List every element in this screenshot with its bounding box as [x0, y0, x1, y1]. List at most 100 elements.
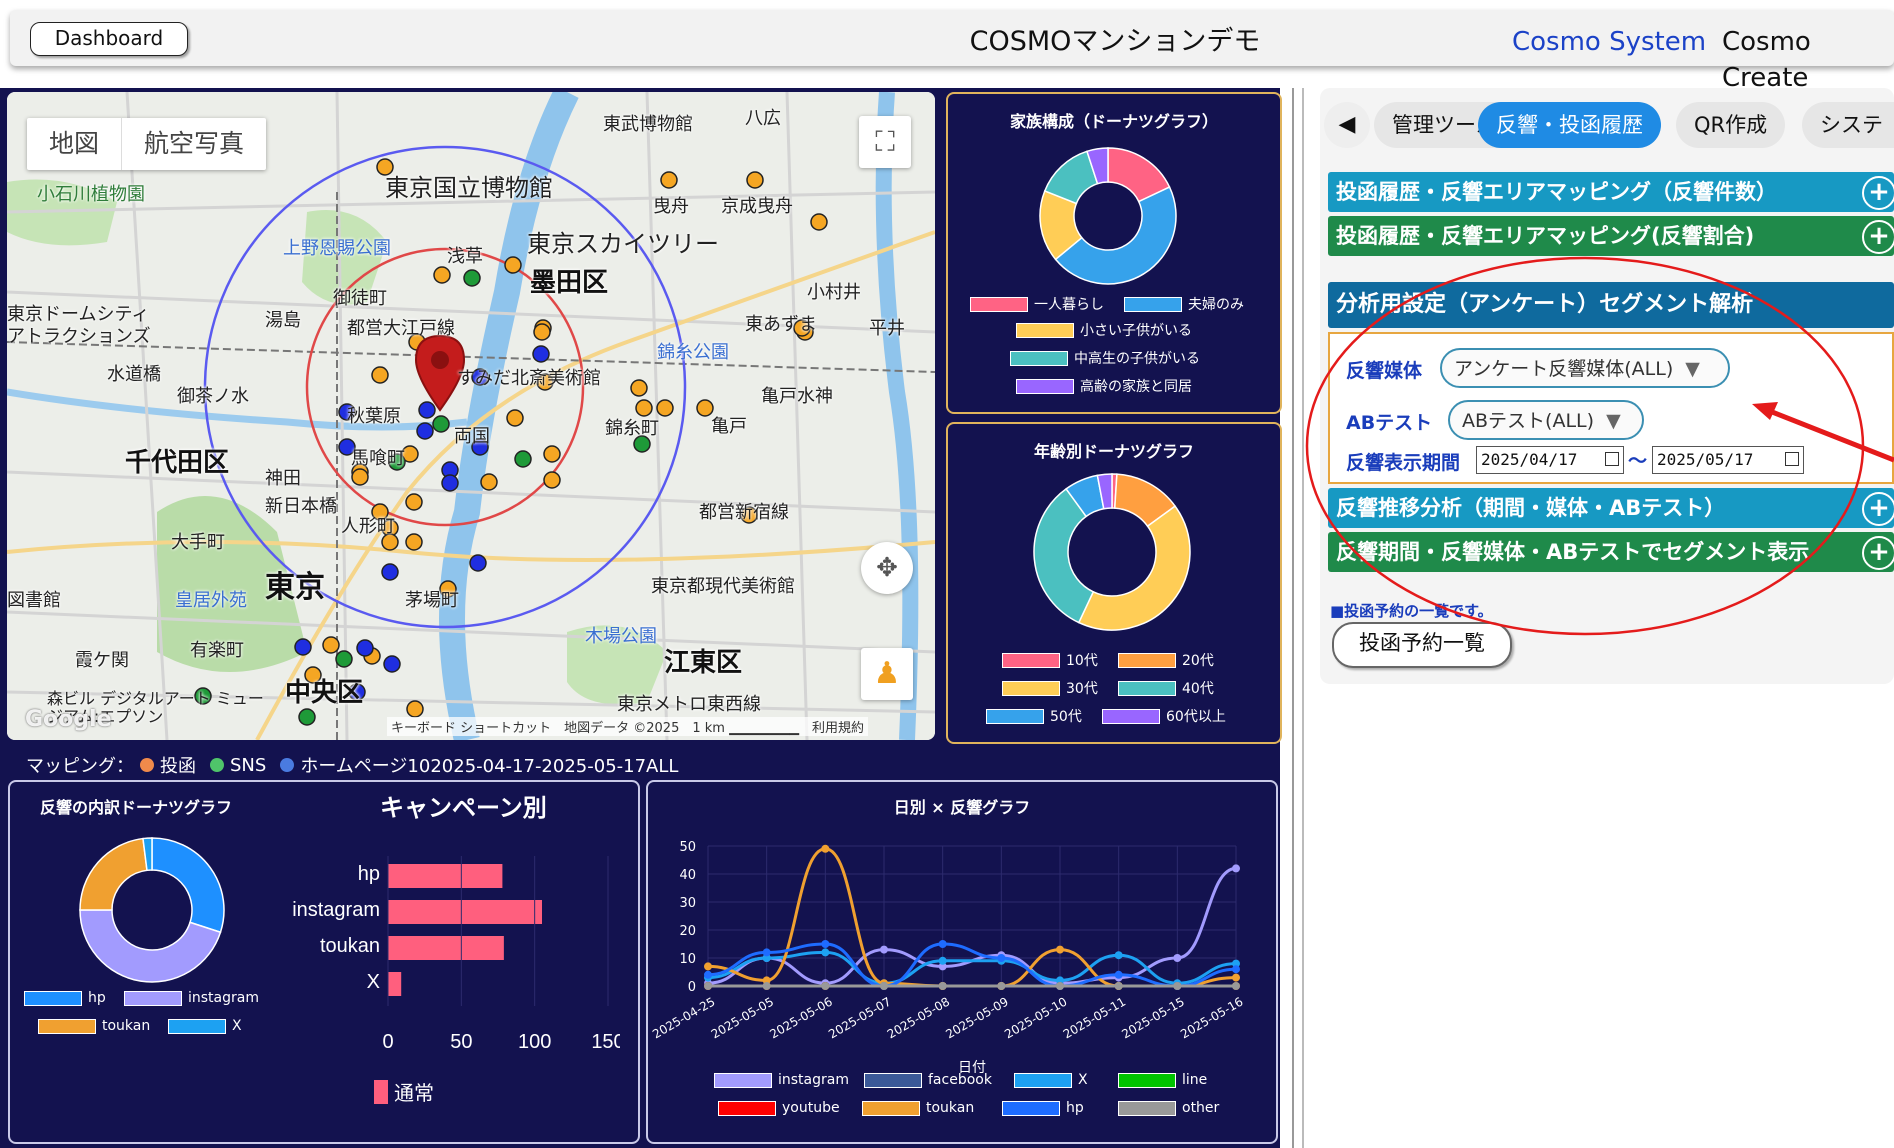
media-select[interactable]: アンケート反響媒体(ALL) ▼ — [1440, 348, 1730, 388]
tab-system[interactable]: システ — [1802, 102, 1894, 148]
map-view[interactable]: 東京 千代田区 墨田区 江東区 中央区 秋葉原 両国 浅草 御徒町 湯島 御茶ノ… — [7, 92, 935, 740]
line-point-hp — [821, 940, 830, 948]
bar-category-label: toukan — [320, 935, 380, 957]
legend-item[interactable]: 20代 — [1118, 650, 1214, 670]
map-label-hirai: 平井 — [869, 318, 905, 339]
map-label-national-museum: 東京国立博物館 — [385, 174, 553, 202]
legend-swatch — [1118, 680, 1176, 696]
line-point-hp — [1114, 970, 1123, 979]
accordion-trend-analysis[interactable]: 反響推移分析（期間・媒体・ABテスト） + — [1328, 488, 1894, 528]
legend-label: 60代以上 — [1166, 709, 1226, 725]
map-footer[interactable]: キーボード ショートカット 地図データ ©2025 1 km ▁▁▁▁▁▁▁ 利… — [387, 717, 869, 736]
plus-icon[interactable]: + — [1862, 220, 1894, 254]
legend-label: hp — [88, 990, 106, 1006]
bar-hp — [388, 864, 503, 888]
legend-item[interactable]: X — [1014, 1072, 1088, 1088]
reservation-list-button[interactable]: 投函予約一覧 — [1332, 622, 1512, 668]
calendar-icon[interactable] — [1785, 452, 1799, 466]
plus-icon[interactable]: + — [1862, 492, 1894, 526]
legend-item[interactable]: 中高生の子供がいる — [1010, 348, 1200, 368]
date-from-value: 2025/04/17 — [1481, 450, 1578, 469]
legend-item[interactable]: 30代 — [1002, 678, 1098, 698]
legend-item[interactable]: instagram — [714, 1072, 849, 1088]
legend-item[interactable]: 小さい子供がいる — [1016, 320, 1192, 340]
legend-item[interactable]: instagram — [124, 990, 259, 1006]
nav-link-cosmo-system[interactable]: Cosmo System — [1512, 24, 1706, 60]
fullscreen-icon[interactable]: ⛶ — [859, 116, 911, 168]
legend-swatch — [38, 1018, 96, 1034]
pegman-icon[interactable]: ♟ — [861, 648, 913, 700]
date-from-input[interactable]: 2025/04/17 — [1476, 446, 1624, 474]
bar-x-tick: 150 — [591, 1031, 620, 1053]
accordion-period-segment[interactable]: 反響期間・反響媒体・ABテストでセグメント表示 + — [1328, 532, 1894, 572]
map-label-dome-city: 東京ドームシティ アトラクションズ — [7, 304, 151, 347]
line-x-tick: 2025-05-09 — [943, 994, 1010, 1041]
legend-swatch — [1118, 1100, 1176, 1116]
ab-test-select[interactable]: ABテスト(ALL) ▼ — [1448, 400, 1644, 440]
app-title: COSMOマンションデモ — [969, 26, 1261, 57]
ab-test-select-value: ABテスト(ALL) — [1462, 410, 1595, 432]
legend-label: 小さい子供がいる — [1080, 323, 1192, 339]
map-type-satellite[interactable]: 航空写真 — [121, 118, 266, 170]
plus-icon[interactable]: + — [1862, 536, 1894, 570]
legend-swatch — [1002, 652, 1060, 668]
age-chart-title: 年齢別ドーナツグラフ — [1033, 442, 1194, 461]
legend-item[interactable]: hp — [1002, 1100, 1084, 1116]
calendar-icon[interactable] — [1605, 452, 1619, 466]
plus-icon[interactable]: + — [1862, 176, 1894, 210]
line-point-toukan — [704, 962, 712, 971]
line-series-instagram — [707, 866, 1237, 985]
toukan-dot-icon — [140, 758, 154, 772]
legend-item[interactable]: toukan — [862, 1100, 974, 1116]
map-type-roadmap[interactable]: 地図 — [27, 118, 121, 170]
legend-swatch — [1118, 652, 1176, 668]
bar-category-label: hp — [358, 863, 380, 885]
legend-item[interactable]: 60代以上 — [1102, 706, 1226, 726]
daily-line-chart: 010203040502025-04-252025-05-052025-05-0… — [650, 840, 1245, 1076]
legend-item[interactable]: 50代 — [986, 706, 1082, 726]
legend-item[interactable]: facebook — [864, 1072, 992, 1088]
map-label-chiyoda: 千代田区 — [125, 448, 230, 478]
nav-link-cosmo-create[interactable]: Cosmo Create — [1722, 24, 1894, 96]
tab-scroll-left-icon[interactable]: ◀ — [1324, 102, 1370, 148]
legend-label: toukan — [102, 1018, 151, 1034]
legend-swatch — [1002, 680, 1060, 696]
accordion-mapping-count[interactable]: 投函履歴・反響エリアマッピング（反響件数） + — [1328, 172, 1894, 212]
legend-item[interactable]: 10代 — [1002, 650, 1098, 670]
top-bar: Dashboard COSMOマンションデモ Cosmo System Cosm… — [0, 0, 1894, 93]
date-to-input[interactable]: 2025/05/17 — [1652, 446, 1804, 474]
map-label-tobu-museum: 東武博物館 — [603, 114, 693, 135]
tab-response-history[interactable]: 反響・投函履歴 — [1478, 102, 1661, 148]
ab-test-label: ABテスト — [1346, 412, 1433, 434]
line-point-other — [938, 982, 947, 990]
legend-swatch — [718, 1100, 776, 1116]
legend-label: toukan — [926, 1100, 975, 1116]
line-x-tick: 2025-05-08 — [885, 994, 952, 1041]
legend-swatch — [1118, 1072, 1176, 1088]
legend-label: instagram — [778, 1072, 849, 1088]
line-y-tick: 40 — [679, 868, 696, 883]
legend-item[interactable]: 一人暮らし — [970, 294, 1104, 314]
legend-item[interactable]: 高齢の家族と同居 — [1016, 376, 1192, 396]
dashboard-button[interactable]: Dashboard — [30, 22, 188, 56]
legend-label: 10代 — [1066, 653, 1098, 669]
legend-item[interactable]: 夫婦のみ — [1124, 294, 1244, 314]
map-label-bakurocho: 馬喰町 — [351, 448, 405, 469]
accordion-segment-analysis[interactable]: 分析用設定（アンケート）セグメント解析 — [1328, 282, 1894, 328]
legend-item[interactable]: hp — [24, 990, 106, 1006]
legend-swatch — [864, 1072, 922, 1088]
legend-item[interactable]: line — [1118, 1072, 1207, 1088]
map-label-kinshi-park: 錦糸公園 — [657, 342, 729, 363]
camera-control-icon[interactable]: ✥ — [861, 542, 913, 594]
date-range-tilde: 〜 — [1628, 450, 1648, 472]
legend-item[interactable]: toukan — [38, 1018, 150, 1034]
map-label-omurai: 小村井 — [807, 282, 861, 303]
legend-item[interactable]: youtube — [718, 1100, 840, 1116]
line-point-X — [938, 956, 947, 965]
line-x-tick: 2025-05-06 — [767, 994, 834, 1041]
legend-item[interactable]: 40代 — [1118, 678, 1214, 698]
tab-qr-create[interactable]: QR作成 — [1676, 102, 1786, 148]
legend-item[interactable]: X — [168, 1018, 242, 1034]
legend-item[interactable]: other — [1118, 1100, 1219, 1116]
accordion-mapping-ratio[interactable]: 投函履歴・反響エリアマッピング(反響割合) + — [1328, 216, 1894, 256]
